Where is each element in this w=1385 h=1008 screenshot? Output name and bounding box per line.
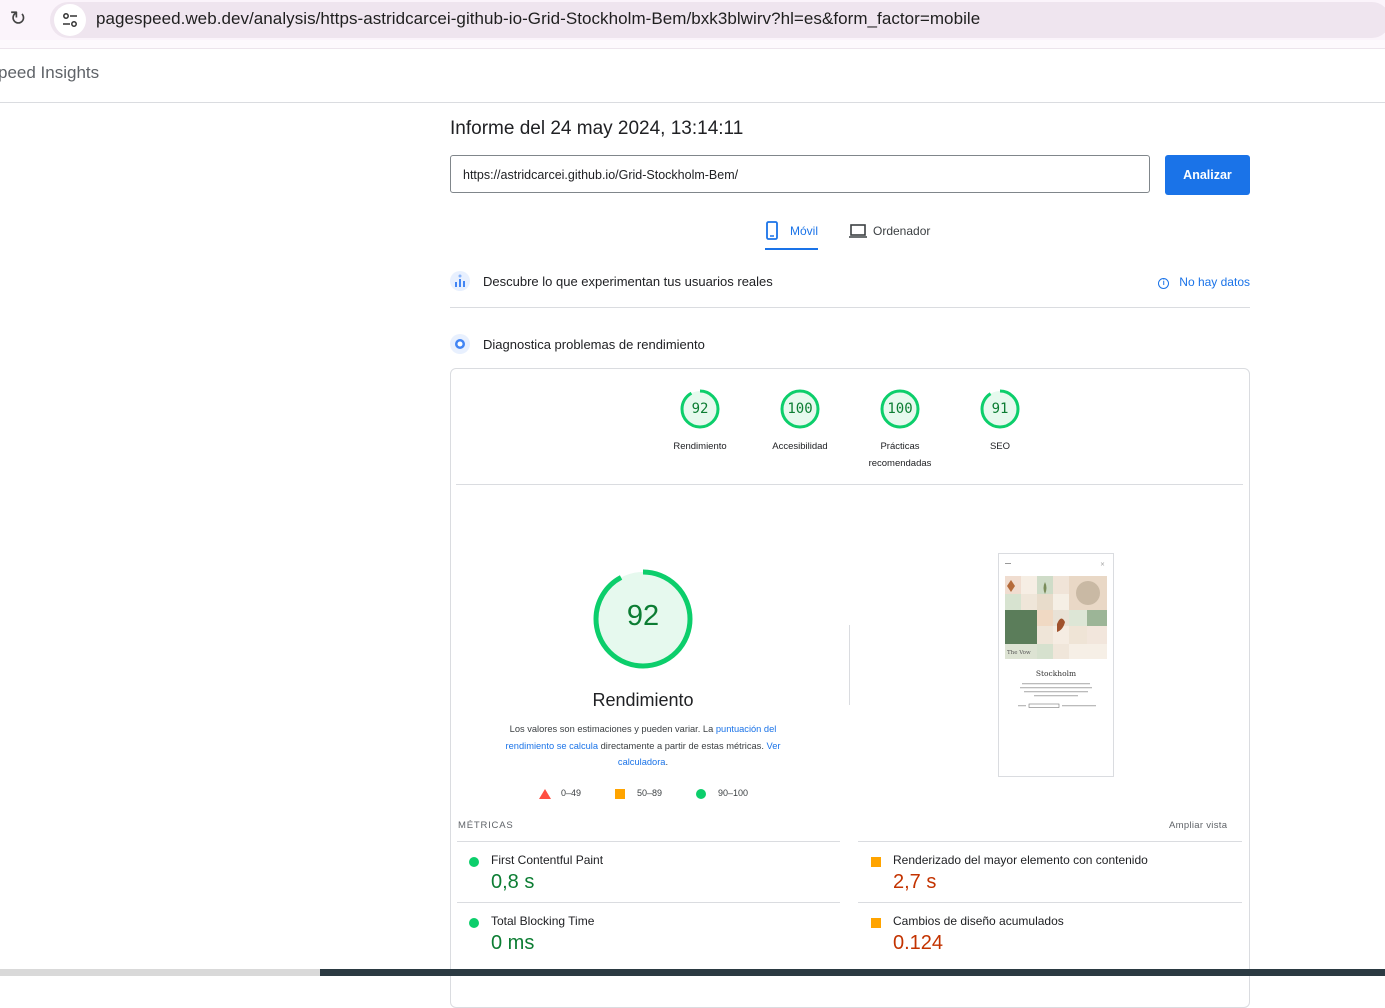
url-input[interactable]: https://astridcarcei.github.io/Grid-Stoc… <box>450 155 1150 193</box>
metric-value: 0 ms <box>491 932 535 954</box>
svg-text:×: × <box>1100 561 1105 568</box>
performance-gauge: 92 <box>591 567 695 671</box>
gauge-label: SEO <box>989 441 1011 452</box>
users-chart-icon <box>450 271 470 291</box>
metric-value: 0.124 <box>893 932 944 954</box>
no-data-link[interactable]: i No hay datos <box>1158 275 1250 289</box>
average-square-icon <box>871 918 881 928</box>
desc-text: Los valores son estimaciones y pueden va… <box>509 724 716 734</box>
field-data-label: Descubre lo que experimentan tus usuario… <box>483 274 773 289</box>
expand-view-toggle[interactable]: Ampliar vista <box>1169 820 1227 831</box>
laptop-icon <box>849 224 867 238</box>
performance-score: 92 <box>626 600 660 632</box>
metric-divider <box>457 841 840 842</box>
desc-text: directamente a partir de estas métricas. <box>598 740 767 751</box>
gauge-label: Accesibilidad <box>772 441 828 452</box>
gauge-performance[interactable]: 92 Rendimiento <box>655 388 745 455</box>
metric-value: 2,7 s <box>893 871 937 893</box>
app-header: peed Insights <box>0 49 1385 103</box>
metric-divider <box>858 841 1242 842</box>
legend-range: 90–100 <box>718 788 749 798</box>
square-icon <box>615 789 625 799</box>
taskbar-dark <box>320 969 1385 976</box>
metric-divider <box>858 902 1242 903</box>
pass-circle-icon <box>469 857 479 867</box>
metric-name: First Contentful Paint <box>491 853 604 867</box>
gauge-label: Rendimiento <box>673 441 727 452</box>
browser-toolbar: ↻ pagespeed.web.dev/analysis/https-astri… <box>0 0 1385 40</box>
app-title[interactable]: peed Insights <box>0 63 99 83</box>
gauge-score: 92 <box>691 401 709 417</box>
section-divider <box>450 307 1250 308</box>
gauge-label: Prácticas recomendadas <box>868 441 932 469</box>
pass-circle-icon <box>469 918 479 928</box>
gauge-score: 100 <box>787 401 813 417</box>
performance-description: Los valores son estimaciones y pueden va… <box>493 721 793 771</box>
tab-desktop-label: Ordenador <box>873 224 931 238</box>
info-icon: i <box>1158 278 1170 289</box>
field-data-section: Descubre lo que experimentan tus usuario… <box>450 268 1250 298</box>
toolbar-divider <box>0 40 1385 49</box>
diagnostics-icon <box>450 334 470 354</box>
analyze-button[interactable]: Analizar <box>1165 155 1250 195</box>
legend-range: 0–49 <box>561 788 582 798</box>
page-screenshot[interactable]: × The Vow Stockholm <box>998 553 1114 777</box>
vertical-separator <box>849 625 850 705</box>
taskbar-edge <box>0 969 1385 976</box>
gauge-best-practices[interactable]: 100 Prácticas recomendadas <box>855 388 945 472</box>
circle-icon <box>696 789 706 799</box>
metric-divider <box>457 902 840 903</box>
card-divider <box>456 484 1243 485</box>
average-square-icon <box>871 857 881 867</box>
active-tab-indicator <box>765 248 818 250</box>
gauge-score: 91 <box>991 401 1009 417</box>
legend-range: 50–89 <box>637 788 663 798</box>
reload-icon[interactable]: ↻ <box>8 8 28 30</box>
gauge-seo[interactable]: 91 SEO <box>955 388 1045 455</box>
report-title: Informe del 24 may 2024, 13:14:11 <box>450 118 744 139</box>
lab-data-label: Diagnostica problemas de rendimiento <box>483 337 705 352</box>
address-url[interactable]: pagespeed.web.dev/analysis/https-astridc… <box>96 9 980 29</box>
metric-value: 0,8 s <box>491 871 535 893</box>
tab-mobile-label: Móvil <box>790 224 819 238</box>
smartphone-icon <box>766 221 778 240</box>
performance-title: Rendimiento <box>592 690 694 710</box>
tune-icon[interactable] <box>54 4 86 36</box>
metrics-heading: MÉTRICAS <box>458 820 514 831</box>
metric-name: Renderizado del mayor elemento con conte… <box>893 853 1148 867</box>
no-data-text: No hay datos <box>1179 275 1250 289</box>
metric-cls: Cambios de diseño acumulados 0.124 <box>871 912 1241 972</box>
preview-footer-text: The Vow <box>1007 650 1031 656</box>
gauge-accessibility[interactable]: 100 Accesibilidad <box>755 388 845 455</box>
metric-name: Cambios de diseño acumulados <box>893 914 1064 928</box>
desc-text: . <box>665 757 669 767</box>
metric-name: Total Blocking Time <box>491 914 595 928</box>
preview-heading: Stockholm <box>1036 669 1076 678</box>
triangle-icon <box>539 789 551 799</box>
gauge-score: 100 <box>887 401 913 417</box>
metric-tbt: Total Blocking Time 0 ms <box>469 912 839 972</box>
lab-data-section: Diagnostica problemas de rendimiento <box>450 331 1250 361</box>
